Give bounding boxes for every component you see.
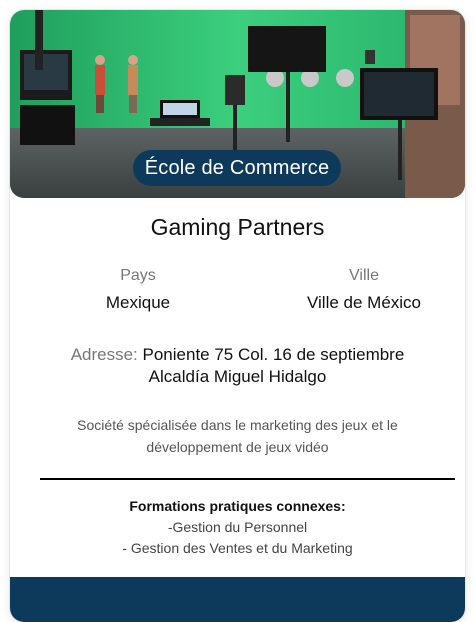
address-block: Adresse: Poniente 75 Col. 16 de septiemb… xyxy=(30,344,445,388)
company-name: Gaming Partners xyxy=(150,214,325,240)
card-footer-bar[interactable] xyxy=(10,577,465,622)
company-card[interactable]: École de Commerce Gaming Partners Pays M… xyxy=(10,10,465,622)
category-badge: École de Commerce xyxy=(133,150,341,186)
location-info: Pays Mexique Ville Ville de México xyxy=(10,266,465,322)
address-line2: Alcaldía Miguel Hidalgo xyxy=(148,367,327,386)
city-block: Ville Ville de México xyxy=(264,266,464,314)
country-label: Pays xyxy=(120,267,156,284)
company-description: Société spécialisée dans le marketing de… xyxy=(77,417,398,455)
formations-title: Formations pratiques connexes: xyxy=(129,498,346,514)
city-label: Ville xyxy=(349,267,379,284)
address-label: Adresse: xyxy=(70,345,138,364)
formation-item: -Gestion du Personnel xyxy=(167,519,308,535)
studio-photo: École de Commerce xyxy=(10,10,465,198)
country-block: Pays Mexique xyxy=(38,266,238,314)
formation-item: - Gestion des Ventes et du Marketing xyxy=(122,540,353,556)
city-value: Ville de México xyxy=(306,293,422,312)
formations-block: Formations pratiques connexes: -Gestion … xyxy=(30,496,445,559)
section-divider xyxy=(40,478,455,480)
country-value: Mexique xyxy=(105,293,171,312)
address-line1: Poniente 75 Col. 16 de septiembre xyxy=(142,345,405,364)
